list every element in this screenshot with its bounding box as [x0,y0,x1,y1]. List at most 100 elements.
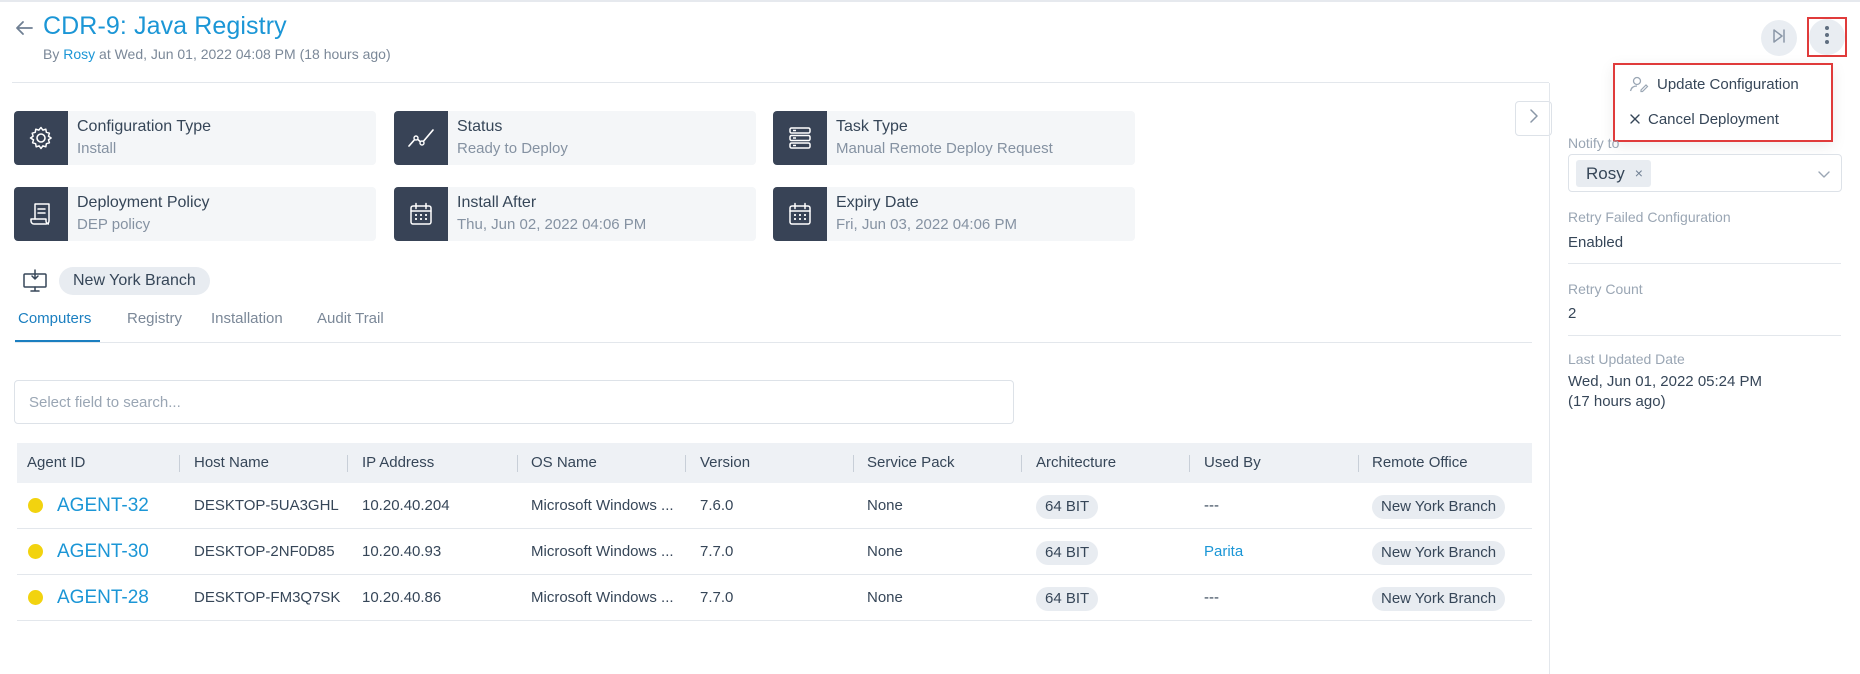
column-separator [1358,455,1359,472]
actions-dropdown-menu: Update Configuration Cancel Deployment [1613,63,1833,142]
chevron-down-icon[interactable] [1817,166,1831,184]
column-separator [517,455,518,472]
agent-id-link[interactable]: AGENT-30 [57,529,149,575]
architecture-chip: 64 BIT [1036,495,1099,519]
search-input[interactable] [14,380,1014,424]
notify-label: Notify to [1568,135,1620,151]
service-pack-cell: None [867,543,903,560]
used-by-cell: --- [1204,589,1219,606]
back-arrow-icon[interactable] [12,16,36,40]
os-name-cell: Microsoft Windows ... [531,543,674,560]
architecture-chip: 64 BIT [1036,541,1099,565]
retry-count-label: Retry Count [1568,281,1643,297]
tab-installation[interactable]: Installation [211,310,283,327]
policy-scroll-icon [14,187,68,241]
tabs-divider [15,342,1532,343]
tab-registry[interactable]: Registry [127,310,182,327]
more-options-button[interactable] [1809,19,1845,55]
agent-id-link[interactable]: AGENT-32 [57,483,149,529]
column-header-remote-office[interactable]: Remote Office [1372,443,1468,483]
ip-address-cell: 10.20.40.93 [362,543,442,560]
retry-failed-label: Retry Failed Configuration [1568,209,1731,225]
user-edit-icon [1629,75,1649,93]
card-configuration-type: Configuration Type Install [14,111,376,165]
used-by-link[interactable]: Parita [1204,529,1243,575]
last-updated-label: Last Updated Date [1568,351,1685,367]
column-header-ip-address[interactable]: IP Address [362,443,434,483]
last-updated-ago: (17 hours ago) [1568,393,1666,410]
column-header-agent-id[interactable]: Agent ID [27,443,85,483]
menu-item-label: Update Configuration [1657,75,1799,93]
architecture-chip: 64 BIT [1036,587,1099,611]
card-status: Status Ready to Deploy [394,111,756,165]
column-separator [347,455,348,472]
column-separator [685,455,686,472]
menu-item-update-configuration[interactable]: Update Configuration [1629,75,1799,93]
menu-item-label: Cancel Deployment [1648,110,1779,128]
version-cell: 7.7.0 [700,543,734,560]
card-label: Deployment Policy [77,194,210,211]
column-header-service-pack[interactable]: Service Pack [867,443,955,483]
card-label: Install After [457,194,537,211]
column-header-os-name[interactable]: OS Name [531,443,597,483]
meta-timestamp: at Wed, Jun 01, 2022 04:08 PM (18 hours … [95,46,391,62]
tab-audit-trail[interactable]: Audit Trail [317,310,384,327]
host-name-cell: DESKTOP-FM3Q7SK [194,589,341,606]
table-header: Agent ID Host Name IP Address OS Name Ve… [17,443,1532,483]
remote-office-chip: New York Branch [1372,495,1506,519]
card-value: Thu, Jun 02, 2022 04:06 PM [457,216,647,233]
calendar-icon [773,187,827,241]
meta-by: By [43,46,64,62]
used-by-cell: --- [1204,497,1219,514]
tab-computers[interactable]: Computers [18,310,91,327]
meta-user-link[interactable]: Rosy [63,46,95,62]
card-value: Install [77,140,117,157]
card-label: Configuration Type [77,118,212,135]
card-value: Manual Remote Deploy Request [836,140,1053,157]
menu-item-cancel-deployment[interactable]: Cancel Deployment [1629,110,1779,128]
remote-office-icon [22,268,48,292]
chevron-right-icon [1529,109,1539,128]
last-updated-value: Wed, Jun 01, 2022 05:24 PM [1568,373,1763,390]
notify-select[interactable]: Rosy × [1568,154,1842,192]
card-value: Ready to Deploy [457,140,568,157]
card-value: Fri, Jun 03, 2022 04:06 PM [836,216,1017,233]
calendar-icon [394,187,448,241]
column-separator [853,455,854,472]
panel-row-divider [1568,335,1841,336]
header-divider [12,82,1549,83]
remote-office-chip: New York Branch [1372,541,1506,565]
service-pack-cell: None [867,497,903,514]
card-value: DEP policy [77,216,151,233]
column-separator [1189,455,1190,472]
status-dot-icon [28,590,43,605]
card-label: Expiry Date [836,194,919,211]
status-dot-icon [28,498,43,513]
trend-line-icon [394,111,448,165]
service-pack-cell: None [867,589,903,606]
column-header-architecture[interactable]: Architecture [1036,443,1116,483]
table-row: AGENT-32 DESKTOP-5UA3GHL 10.20.40.204 Mi… [17,483,1532,529]
notify-user-name: Rosy [1586,164,1625,183]
toggle-panel-button[interactable] [1515,101,1552,136]
table-row: AGENT-30 DESKTOP-2NF0D85 10.20.40.93 Mic… [17,529,1532,575]
card-label: Task Type [836,118,908,135]
column-header-host-name[interactable]: Host Name [194,443,269,483]
table-row: AGENT-28 DESKTOP-FM3Q7SK 10.20.40.86 Mic… [17,575,1532,621]
task-list-icon [773,111,827,165]
host-name-cell: DESKTOP-5UA3GHL [194,497,339,514]
agent-id-link[interactable]: AGENT-28 [57,575,149,621]
column-separator [1021,455,1022,472]
os-name-cell: Microsoft Windows ... [531,589,674,606]
vertical-dots-icon [1824,25,1830,50]
skip-button[interactable] [1761,20,1797,56]
ip-address-cell: 10.20.40.204 [362,497,450,514]
card-deployment-policy: Deployment Policy DEP policy [14,187,376,241]
panel-row-divider [1568,263,1841,264]
column-header-version[interactable]: Version [700,443,750,483]
status-dot-icon [28,544,43,559]
column-header-used-by[interactable]: Used By [1204,443,1261,483]
remote-office-chip: New York Branch [1372,587,1506,611]
retry-count-value: 2 [1568,305,1577,322]
remove-user-icon[interactable]: × [1635,160,1643,187]
